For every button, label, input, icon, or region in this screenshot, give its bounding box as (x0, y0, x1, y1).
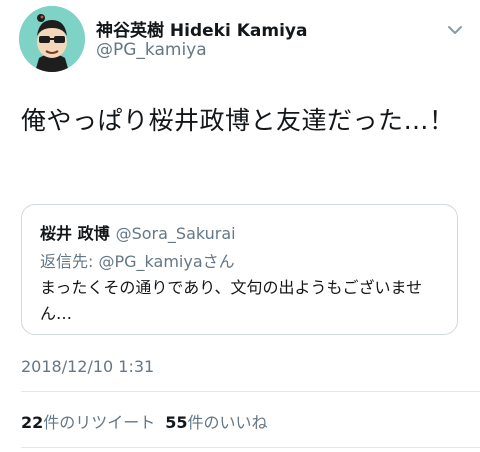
retweets-count: 22 (21, 413, 44, 432)
reply-suffix: さん (202, 252, 235, 271)
tweet-timestamp[interactable]: 2018/12/10 1:31 (21, 357, 154, 376)
divider (21, 391, 480, 392)
reply-to-handle[interactable]: @PG_kamiya (98, 252, 202, 271)
likes-stat[interactable]: 55件のいいね (165, 413, 267, 432)
quoted-author-name: 桜井 政博 (40, 224, 110, 243)
reply-to-line: 返信先: @PG_kamiyaさん (40, 248, 235, 272)
divider-bottom (21, 447, 480, 448)
tweet-text: 俺やっぱり桜井政博と友達だった…！ (21, 106, 455, 135)
retweets-label: 件のリツイート (43, 413, 156, 432)
chevron-down-icon[interactable] (447, 21, 463, 34)
sunglasses-character-icon (19, 6, 85, 72)
retweets-stat[interactable]: 22件のリツイート (21, 413, 155, 432)
likes-label: 件のいいね (187, 413, 268, 432)
author-handle[interactable]: @PG_kamiya (96, 40, 207, 60)
quoted-tweet-header: 桜井 政博 @Sora_Sakurai (40, 220, 236, 244)
quoted-author-handle: @Sora_Sakurai (115, 224, 236, 243)
reply-prefix: 返信先: (40, 252, 99, 271)
quoted-tweet-card[interactable]: 桜井 政博 @Sora_Sakurai 返信先: @PG_kamiyaさん まった… (21, 204, 458, 335)
author-display-name[interactable]: 神谷英樹 Hideki Kamiya (96, 16, 307, 41)
avatar[interactable] (19, 6, 85, 72)
engagement-stats: 22件のリツイート 55件のいいね (21, 409, 268, 433)
quoted-tweet-text: まったくその通りであり、文句の出ようもございません… (40, 278, 423, 323)
likes-count: 55 (165, 413, 188, 432)
